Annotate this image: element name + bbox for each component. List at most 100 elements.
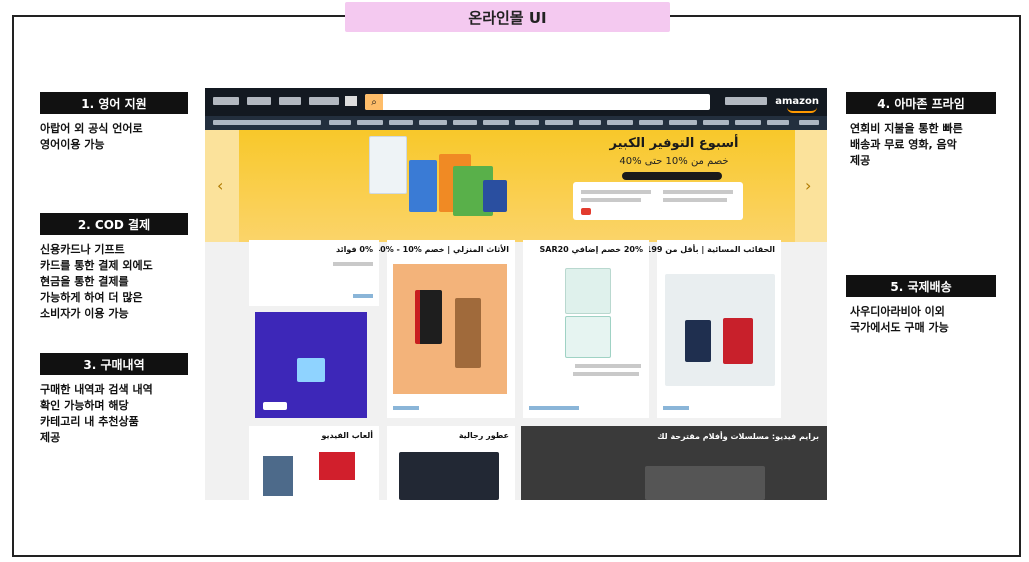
promo-banner[interactable]: [255, 312, 367, 418]
offer-text: [663, 198, 727, 202]
movie-still-image: [645, 466, 765, 500]
prime-video-title: برايم فيديو: مسلسلات وأفلام مقترحة لك: [657, 432, 819, 441]
search-input[interactable]: [365, 94, 710, 110]
label-english-support: 1. 영어 지원: [40, 92, 188, 114]
desc-purchase-history: 구매한 내역과 검색 내역 확인 가능하며 해당 카테고리 내 추천상품 제공: [40, 382, 200, 446]
nav-category-link[interactable]: [357, 120, 383, 125]
desc-line: 배송과 무료 영화, 음악: [850, 138, 957, 151]
nav-category-link[interactable]: [329, 120, 351, 125]
nav-category-link[interactable]: [545, 120, 573, 125]
nav-category-link[interactable]: [607, 120, 633, 125]
shelf-image: [455, 298, 481, 368]
nav-category-link[interactable]: [703, 120, 729, 125]
language-flag-icon[interactable]: [345, 96, 357, 106]
desc-international-shipping: 사우디아라비아 이외 국가에서도 구매 가능: [850, 304, 1010, 336]
offer-text: [581, 190, 651, 194]
amazon-smile-icon: [787, 107, 817, 113]
nav-orders-link[interactable]: [247, 97, 271, 105]
card-title: الأثاث المنزلي | خصم %10 - %40: [374, 245, 509, 254]
nav-category-link[interactable]: [735, 120, 761, 125]
hero-banner[interactable]: أسبوع التوفير الكبير خصم من %10 حتى %40: [239, 130, 795, 242]
desc-line: 사우디아라비아 이외: [850, 305, 945, 318]
see-more-link[interactable]: [529, 406, 579, 410]
desc-line: 영어이용 가능: [40, 138, 105, 151]
desc-line: 국가에서도 구매 가능: [850, 321, 949, 334]
gaming-chair-image: [415, 290, 442, 344]
page-title: 온라인몰 UI: [345, 2, 670, 32]
product-card-diapers[interactable]: 20% خصم إضافي SAR20: [523, 240, 649, 418]
perfume-image: [399, 452, 499, 500]
see-more-link[interactable]: [353, 294, 373, 298]
product-card-furniture[interactable]: الأثاث المنزلي | خصم %10 - %40: [375, 240, 515, 418]
nav-category-link[interactable]: [419, 120, 447, 125]
desc-line: 소비자가 이용 가능: [40, 307, 129, 320]
product-card-perfume[interactable]: عطور رجالية: [387, 426, 515, 500]
price-text: [575, 364, 641, 368]
label-purchase-history: 3. 구매내역: [40, 353, 188, 375]
desc-line: 제공: [40, 431, 61, 444]
promo-graphic: [297, 358, 325, 382]
amazon-screenshot: amazon ⌕ أسبوع التوفير الكبير خصم من %10…: [205, 88, 827, 500]
prime-video-banner[interactable]: برايم فيديو: مسلسلات وأفلام مقترحة لك: [521, 426, 827, 500]
nav-deliver-to[interactable]: [725, 97, 767, 105]
diaper-pack-image: [565, 268, 611, 314]
product-image: [369, 136, 407, 194]
nav-category-link[interactable]: [579, 120, 601, 125]
chevron-left-icon[interactable]: ‹: [217, 176, 223, 195]
nav-category-link[interactable]: [669, 120, 697, 125]
card-text: [333, 262, 373, 266]
amazon-top-nav: amazon ⌕: [205, 88, 827, 116]
bag-image: [723, 318, 753, 364]
desc-line: 제공: [850, 154, 871, 167]
nav-category-link[interactable]: [453, 120, 477, 125]
desc-line: 가능하게 하여 더 많은: [40, 291, 143, 304]
label-international-shipping: 5. 국제배송: [846, 275, 996, 297]
see-more-link[interactable]: [393, 406, 419, 410]
chair-image: [393, 264, 507, 394]
product-card-installments[interactable]: 0% فوائد: [249, 240, 379, 306]
nav-signin-link[interactable]: [309, 97, 339, 105]
console-image: [319, 452, 355, 480]
see-more-link[interactable]: [663, 406, 689, 410]
card-title: 0% فوائد: [336, 245, 373, 254]
nav-category-link[interactable]: [389, 120, 413, 125]
card-logo-icon: [581, 208, 591, 215]
card-title: 20% خصم إضافي SAR20: [539, 245, 644, 254]
desc-line: 카드를 통한 결제 외에도: [40, 259, 153, 272]
offer-text: [581, 198, 641, 202]
nav-all-menu[interactable]: [799, 120, 819, 125]
product-card-games[interactable]: ألعاب الفيديو: [249, 426, 379, 500]
nav-category-link[interactable]: [767, 120, 789, 125]
desc-line: 현금을 통한 결제를: [40, 275, 129, 288]
bags-image: [665, 274, 775, 386]
hero-subtitle: خصم من %10 حتى %40: [619, 156, 729, 167]
hero-title: أسبوع التوفير الكبير: [609, 136, 739, 151]
desc-amazon-prime: 연회비 지불을 통한 빠른 배송과 무료 영화, 음악 제공: [850, 121, 1010, 169]
card-title: ألعاب الفيديو: [321, 431, 374, 440]
product-image: [483, 180, 507, 212]
nav-category-link[interactable]: [515, 120, 539, 125]
desc-line: 확인 가능하며 해당: [40, 399, 129, 412]
label-amazon-prime: 4. 아마존 프라임: [846, 92, 996, 114]
product-card-bags[interactable]: الحقائب المسائية | بأقل من 199 ريال: [625, 240, 781, 418]
nav-prime-promo-link[interactable]: [213, 120, 321, 125]
nav-category-link[interactable]: [483, 120, 509, 125]
search-icon[interactable]: ⌕: [365, 94, 383, 110]
nav-account-link[interactable]: [279, 97, 301, 105]
product-image: [409, 160, 437, 212]
desc-english-support: 아랍어 외 공식 언어로 영어이용 가능: [40, 121, 200, 153]
desc-line: 신용카드나 기프트: [40, 243, 125, 256]
nav-cart-link[interactable]: [213, 97, 239, 105]
amazon-logo[interactable]: amazon: [775, 96, 819, 107]
bag-image: [685, 320, 711, 362]
desc-cod-payment: 신용카드나 기프트 카드를 통한 결제 외에도 현금을 통한 결제를 가능하게 …: [40, 242, 200, 322]
card-title: عطور رجالية: [458, 431, 509, 440]
chevron-right-icon[interactable]: ›: [805, 176, 811, 195]
game-cover-image: [263, 456, 293, 496]
promo-button[interactable]: [263, 402, 287, 410]
hero-cta-pill[interactable]: [622, 172, 722, 180]
desc-line: 구매한 내역과 검색 내역: [40, 383, 153, 396]
nav-category-link[interactable]: [639, 120, 663, 125]
diaper-pack-image: [565, 316, 611, 358]
hero-offer-card: [573, 182, 743, 220]
